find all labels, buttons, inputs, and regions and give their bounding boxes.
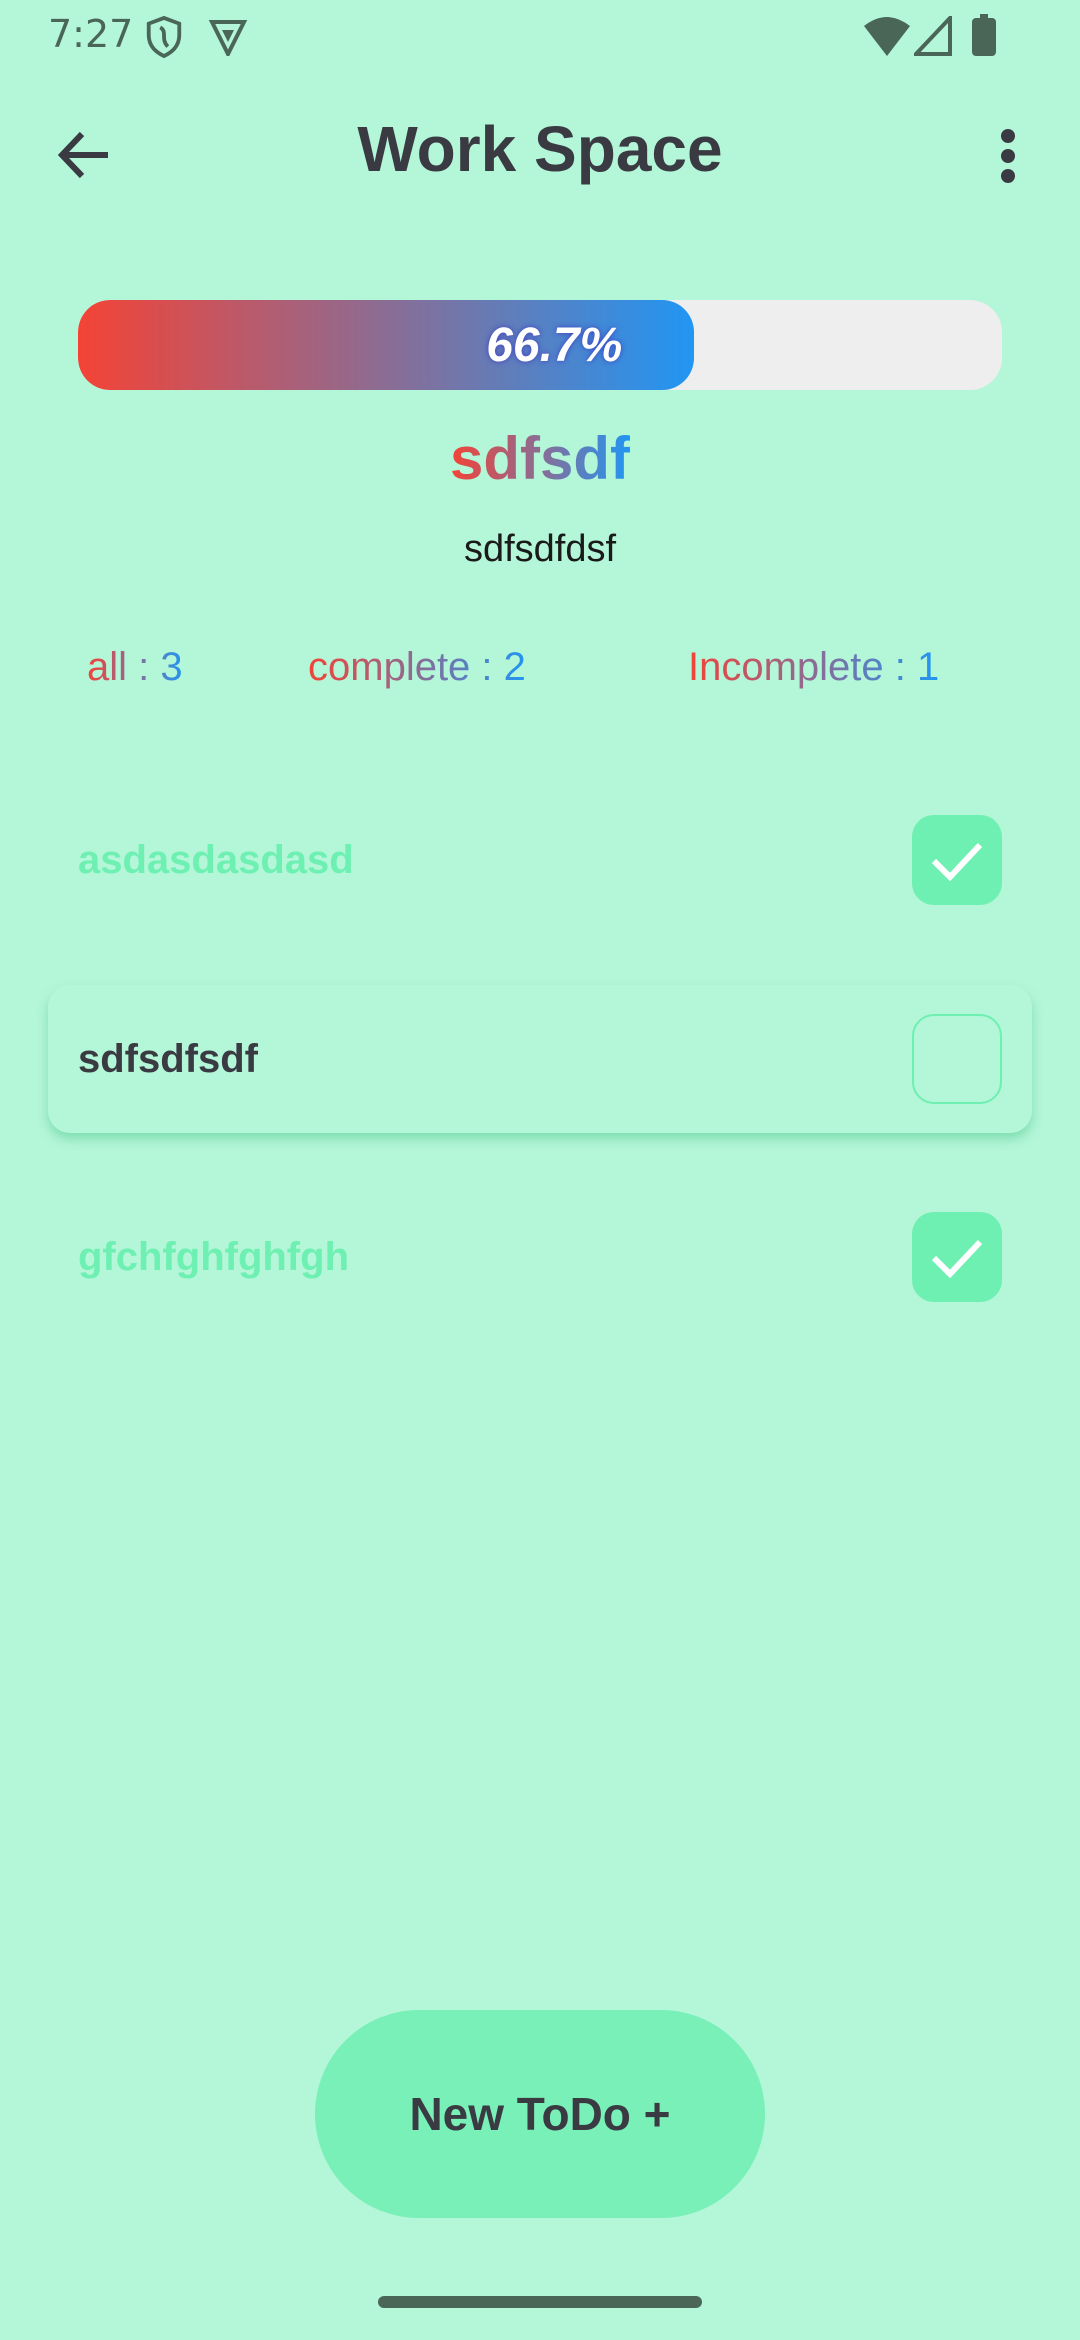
new-todo-button[interactable]: New ToDo + — [315, 2010, 765, 2218]
status-time: 7:27 — [48, 12, 134, 56]
todo-checkbox[interactable] — [912, 1212, 1002, 1302]
stat-all: all : 3 — [87, 645, 183, 689]
todo-checkbox[interactable] — [912, 815, 1002, 905]
progress-fill: 66.7% — [78, 300, 695, 390]
progress-bar: 66.7% — [78, 300, 1002, 390]
more-vert-icon[interactable] — [996, 128, 1020, 184]
signal-icon — [914, 16, 952, 56]
workspace-description: sdfsdfdsf — [463, 528, 617, 570]
todo-item[interactable]: asdasdasdasd — [48, 786, 1032, 934]
progress-label: 66.7% — [486, 319, 623, 372]
workspace-name: sdfsdf — [0, 424, 1080, 493]
battery-icon — [972, 14, 996, 56]
status-bar: 7:27 — [0, 0, 1080, 70]
home-indicator[interactable] — [378, 2296, 702, 2308]
wifi-icon — [864, 17, 910, 56]
page-title: Work Space — [357, 113, 723, 185]
todo-item[interactable]: gfchfghfghfgh — [48, 1183, 1032, 1331]
shield-icon — [146, 16, 182, 58]
check-icon — [931, 842, 983, 882]
todo-label: sdfsdfsdf — [78, 1037, 258, 1081]
todo-item[interactable]: sdfsdfsdf — [48, 985, 1032, 1133]
todo-checkbox[interactable] — [912, 1014, 1002, 1104]
todo-label: asdasdasdasd — [78, 838, 354, 882]
check-icon — [931, 1239, 983, 1279]
stat-complete: complete : 2 — [308, 645, 526, 689]
stat-incomplete: Incomplete : 1 — [688, 645, 940, 689]
workspace-name-text: sdfsdf — [450, 425, 630, 492]
todo-label: gfchfghfghfgh — [78, 1235, 349, 1279]
vpn-icon — [208, 20, 248, 56]
